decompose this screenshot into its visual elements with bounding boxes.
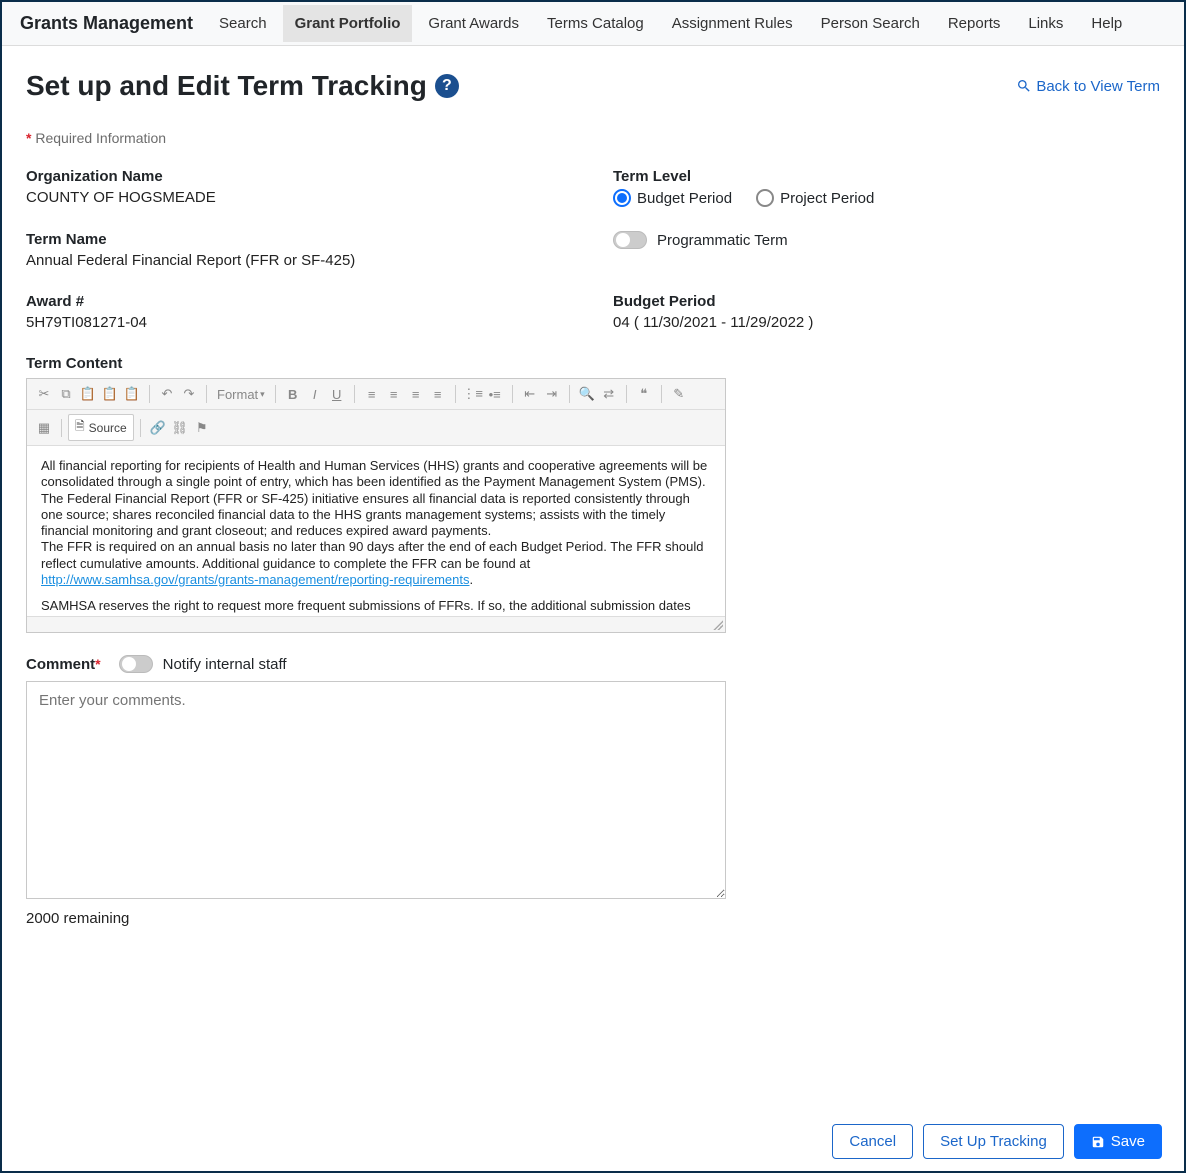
align-justify-icon[interactable]: ≡ bbox=[427, 383, 449, 405]
replace-icon[interactable]: ⇄ bbox=[598, 383, 620, 405]
comment-remaining: 2000 remaining bbox=[26, 910, 1160, 927]
term-content-p2-text: The FFR is required on an annual basis n… bbox=[41, 539, 703, 570]
org-name-label: Organization Name bbox=[26, 168, 573, 185]
brand: Grants Management bbox=[20, 13, 193, 34]
radio-budget-period[interactable]: Budget Period bbox=[613, 189, 732, 207]
award-label: Award # bbox=[26, 293, 573, 310]
radio-project-period-label: Project Period bbox=[780, 190, 874, 207]
nav-help[interactable]: Help bbox=[1079, 5, 1134, 42]
nav-assignment-rules[interactable]: Assignment Rules bbox=[660, 5, 805, 42]
nav-terms-catalog[interactable]: Terms Catalog bbox=[535, 5, 656, 42]
unlink-icon[interactable]: ⛓ bbox=[169, 417, 191, 439]
nav-reports[interactable]: Reports bbox=[936, 5, 1013, 42]
align-left-icon[interactable]: ≡ bbox=[361, 383, 383, 405]
bold-icon[interactable]: B bbox=[282, 383, 304, 405]
source-button-label: Source bbox=[89, 421, 127, 435]
italic-icon[interactable]: I bbox=[304, 383, 326, 405]
radio-budget-period-label: Budget Period bbox=[637, 190, 732, 207]
blockquote-icon[interactable]: ❝ bbox=[633, 383, 655, 405]
flag-icon[interactable]: ⚑ bbox=[191, 417, 213, 439]
rich-text-editor: ✂ ⧉ 📋 📋 📋 ↶ ↷ Format ▾ B I U ≡ ≡ ≡ ≡ ⋮≡ … bbox=[26, 378, 726, 633]
programmatic-term-label: Programmatic Term bbox=[657, 232, 788, 249]
undo-icon[interactable]: ↶ bbox=[156, 383, 178, 405]
cancel-button[interactable]: Cancel bbox=[832, 1124, 913, 1159]
nav-grant-awards[interactable]: Grant Awards bbox=[416, 5, 531, 42]
asterisk-icon: * bbox=[95, 656, 100, 672]
award-value: 5H79TI081271-04 bbox=[26, 314, 573, 331]
comment-label-wrap: Comment* bbox=[26, 656, 101, 673]
term-level-label: Term Level bbox=[613, 168, 1160, 185]
term-content-p1: All financial reporting for recipients o… bbox=[41, 458, 711, 539]
format-dropdown[interactable]: Format ▾ bbox=[213, 387, 269, 402]
term-content-link[interactable]: http://www.samhsa.gov/grants/grants-mana… bbox=[41, 572, 469, 587]
save-button-label: Save bbox=[1111, 1133, 1145, 1150]
page-title: Set up and Edit Term Tracking ? bbox=[26, 70, 459, 102]
save-icon bbox=[1091, 1135, 1105, 1149]
radio-checked-icon bbox=[613, 189, 631, 207]
radio-unchecked-icon bbox=[756, 189, 774, 207]
editor-toolbar: ✂ ⧉ 📋 📋 📋 ↶ ↷ Format ▾ B I U ≡ ≡ ≡ ≡ ⋮≡ … bbox=[27, 379, 725, 410]
nav-search[interactable]: Search bbox=[207, 5, 279, 42]
remove-format-icon[interactable]: ✎ bbox=[668, 383, 690, 405]
document-icon: 🗎 bbox=[75, 417, 85, 438]
save-button[interactable]: Save bbox=[1074, 1124, 1162, 1159]
comment-textarea[interactable] bbox=[26, 681, 726, 899]
table-icon[interactable]: ▦ bbox=[33, 417, 55, 439]
redo-icon[interactable]: ↷ bbox=[178, 383, 200, 405]
nav-links[interactable]: Links bbox=[1016, 5, 1075, 42]
radio-project-period[interactable]: Project Period bbox=[756, 189, 874, 207]
source-button[interactable]: 🗎 Source bbox=[68, 414, 134, 441]
footer-buttons: Cancel Set Up Tracking Save bbox=[832, 1124, 1162, 1159]
asterisk-icon: * bbox=[26, 130, 31, 146]
editor-body[interactable]: All financial reporting for recipients o… bbox=[27, 446, 725, 616]
budget-period-label: Budget Period bbox=[613, 293, 1160, 310]
term-content-label: Term Content bbox=[26, 355, 1160, 372]
comment-label: Comment bbox=[26, 656, 95, 673]
underline-icon[interactable]: U bbox=[326, 383, 348, 405]
programmatic-term-toggle[interactable] bbox=[613, 231, 647, 249]
budget-period-value: 04 ( 11/30/2021 - 11/29/2022 ) bbox=[613, 314, 1160, 331]
cut-icon[interactable]: ✂ bbox=[33, 383, 55, 405]
paste-icon[interactable]: 📋 bbox=[77, 383, 99, 405]
notify-staff-label: Notify internal staff bbox=[163, 656, 287, 673]
required-info-label: Required Information bbox=[35, 130, 166, 146]
set-up-tracking-button[interactable]: Set Up Tracking bbox=[923, 1124, 1064, 1159]
notify-staff-toggle[interactable] bbox=[119, 655, 153, 673]
page-title-text: Set up and Edit Term Tracking bbox=[26, 70, 427, 102]
paste-text-icon[interactable]: 📋 bbox=[99, 383, 121, 405]
paste-word-icon[interactable]: 📋 bbox=[121, 383, 143, 405]
link-icon[interactable]: 🔗 bbox=[147, 417, 169, 439]
bulleted-list-icon[interactable]: •≡ bbox=[484, 383, 506, 405]
align-right-icon[interactable]: ≡ bbox=[405, 383, 427, 405]
resize-grip-icon[interactable] bbox=[713, 620, 723, 630]
org-name-value: COUNTY OF HOGSMEADE bbox=[26, 189, 573, 206]
outdent-icon[interactable]: ⇤ bbox=[519, 383, 541, 405]
copy-icon[interactable]: ⧉ bbox=[55, 383, 77, 405]
indent-icon[interactable]: ⇥ bbox=[541, 383, 563, 405]
term-content-p3: SAMHSA reserves the right to request mor… bbox=[41, 598, 711, 616]
find-icon[interactable]: 🔍 bbox=[576, 383, 598, 405]
term-name-value: Annual Federal Financial Report (FFR or … bbox=[26, 252, 573, 269]
nav-grant-portfolio[interactable]: Grant Portfolio bbox=[283, 5, 413, 42]
term-content-p2: The FFR is required on an annual basis n… bbox=[41, 539, 711, 588]
editor-footer bbox=[27, 616, 725, 632]
editor-toolbar-row2: ▦ 🗎 Source 🔗 ⛓ ⚑ bbox=[27, 410, 725, 446]
numbered-list-icon[interactable]: ⋮≡ bbox=[462, 383, 484, 405]
required-info: * Required Information bbox=[26, 130, 1160, 146]
back-link-text: Back to View Term bbox=[1036, 78, 1160, 95]
nav-person-search[interactable]: Person Search bbox=[809, 5, 932, 42]
search-icon bbox=[1016, 78, 1032, 94]
help-icon[interactable]: ? bbox=[435, 74, 459, 98]
align-center-icon[interactable]: ≡ bbox=[383, 383, 405, 405]
term-name-label: Term Name bbox=[26, 231, 573, 248]
back-to-view-term-link[interactable]: Back to View Term bbox=[1016, 78, 1160, 95]
top-nav: Grants Management Search Grant Portfolio… bbox=[2, 2, 1184, 46]
